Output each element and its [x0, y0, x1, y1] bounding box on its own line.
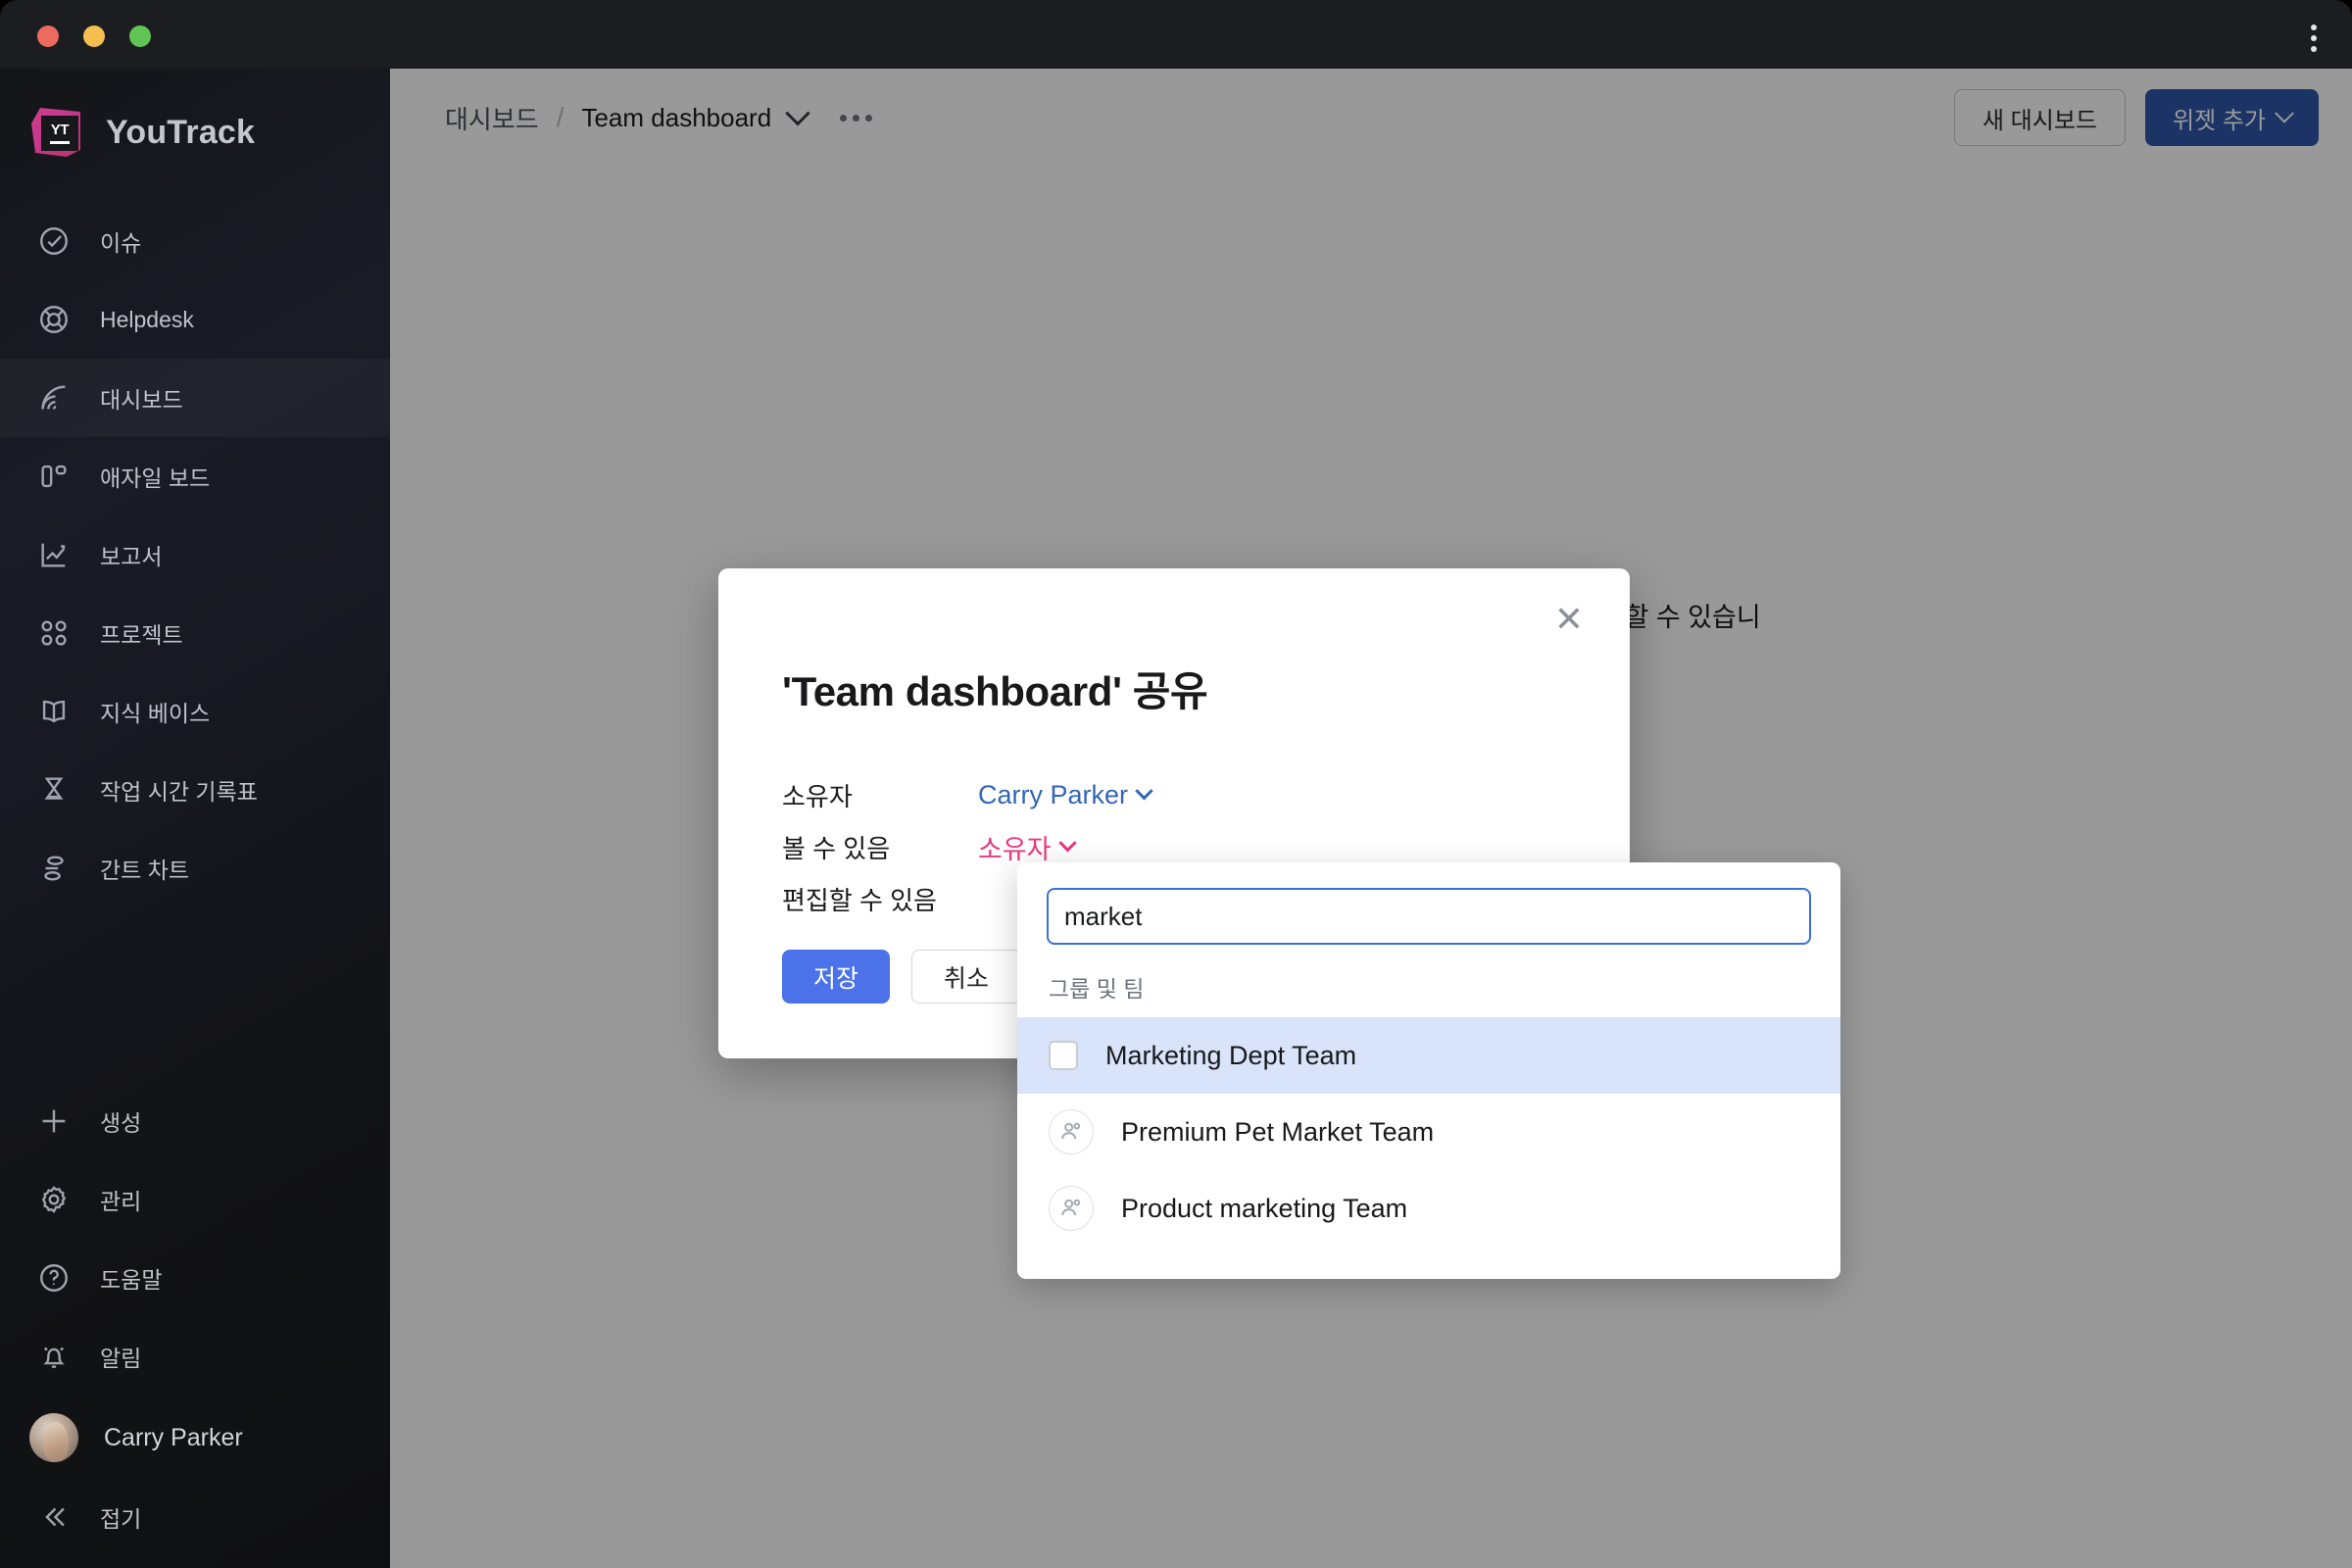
app-window: YT YouTrack 이슈 Helpdesk 대시보드 애자일 보드 보고서 … — [0, 0, 2352, 1568]
dialog-title: 'Team dashboard' 공유 — [782, 668, 1208, 714]
checkbox-unchecked-icon[interactable] — [1049, 1041, 1078, 1070]
owner-label: 소유자 — [782, 782, 853, 811]
list-item[interactable]: Marketing Dept Team — [1017, 1017, 1840, 1094]
minimize-window-button[interactable] — [83, 25, 105, 47]
logo-text: YT — [50, 122, 70, 138]
group-avatar-icon — [1049, 1109, 1094, 1154]
cancel-button[interactable]: 취소 — [911, 950, 1022, 1004]
sidebar-item-create[interactable]: 생성 — [0, 1082, 390, 1160]
sidebar-item-label: 애자일 보드 — [100, 466, 211, 491]
sidebar-collapse-button[interactable]: 접기 — [0, 1480, 390, 1554]
sidebar-item-label: 대시보드 — [100, 387, 183, 413]
sidebar-item-notifications[interactable]: 알림 — [0, 1317, 390, 1396]
projects-grid-icon — [33, 612, 74, 654]
sidebar-item-label: 알림 — [100, 1346, 142, 1371]
form-row-owner: 소유자 Carry Parker — [782, 769, 1566, 821]
list-item[interactable]: Premium Pet Market Team — [1017, 1094, 1840, 1170]
sidebar-item-reports[interactable]: 보고서 — [0, 515, 390, 594]
can-view-value: 소유자 — [978, 835, 1052, 864]
sidebar-item-timesheet[interactable]: 작업 시간 기록표 — [0, 751, 390, 829]
book-icon — [33, 691, 74, 732]
sidebar-item-label: 이슈 — [100, 230, 142, 256]
sidebar-item-label: 보고서 — [100, 544, 163, 569]
sidebar-item-knowledge-base[interactable]: 지식 베이스 — [0, 672, 390, 751]
gear-icon — [33, 1179, 74, 1220]
group-avatar-icon — [1049, 1186, 1094, 1231]
sidebar-item-administration[interactable]: 관리 — [0, 1160, 390, 1239]
sidebar-item-label: Helpdesk — [100, 306, 194, 332]
double-chevron-left-icon — [33, 1496, 74, 1538]
can-view-value-dropdown[interactable]: 소유자 — [978, 828, 1077, 866]
sidebar-bottom-nav: 생성 관리 도움말 알림 Carry Parker 접기 — [0, 1082, 390, 1568]
search-input[interactable] — [1047, 888, 1811, 945]
owner-value-dropdown[interactable]: Carry Parker — [978, 780, 1153, 810]
agile-board-icon — [33, 456, 74, 497]
sidebar-item-label: 프로젝트 — [100, 622, 183, 648]
brand-name: YouTrack — [106, 113, 256, 151]
plus-icon — [33, 1101, 74, 1142]
hourglass-icon — [33, 769, 74, 810]
sidebar-item-label: 간트 차트 — [100, 858, 190, 883]
bell-icon — [33, 1336, 74, 1377]
list-item[interactable]: Product marketing Team — [1017, 1170, 1840, 1247]
gantt-chart-icon — [33, 848, 74, 889]
sidebar-item-dashboards[interactable]: 대시보드 — [0, 359, 390, 437]
close-window-button[interactable] — [37, 25, 59, 47]
sidebar-item-issues[interactable]: 이슈 — [0, 202, 390, 280]
sidebar-item-agile-boards[interactable]: 애자일 보드 — [0, 437, 390, 515]
owner-value: Carry Parker — [978, 780, 1129, 809]
sidebar-item-label: 관리 — [100, 1189, 142, 1214]
question-circle-icon — [33, 1257, 74, 1298]
dashboard-icon — [33, 377, 74, 418]
chevron-down-icon — [1135, 782, 1153, 801]
sidebar-item-label: 생성 — [100, 1110, 142, 1136]
sidebar-item-helpdesk[interactable]: Helpdesk — [0, 280, 390, 359]
list-item-label: Marketing Dept Team — [1105, 1040, 1357, 1070]
youtrack-logo-icon: YT — [27, 104, 84, 161]
sidebar-item-projects[interactable]: 프로젝트 — [0, 594, 390, 672]
traffic-lights — [37, 25, 151, 47]
list-item-label: Product marketing Team — [1121, 1193, 1408, 1223]
dialog-actions: 저장 취소 — [782, 950, 1022, 1004]
close-icon[interactable]: ✕ — [1545, 596, 1592, 643]
maximize-window-button[interactable] — [129, 25, 151, 47]
sidebar-item-label: 도움말 — [100, 1267, 163, 1293]
share-target-dropdown: 그룹 및 팀 Marketing Dept Team Premium Pet M… — [1017, 862, 1840, 1279]
check-circle-icon — [33, 220, 74, 262]
save-button[interactable]: 저장 — [782, 950, 891, 1004]
chevron-down-icon — [1057, 834, 1077, 853]
sidebar-item-help[interactable]: 도움말 — [0, 1239, 390, 1317]
lifebuoy-icon — [33, 299, 74, 340]
sidebar-nav: 이슈 Helpdesk 대시보드 애자일 보드 보고서 프로젝트 지식 베이스 … — [0, 202, 390, 907]
sidebar-user-profile[interactable]: Carry Parker — [0, 1396, 390, 1480]
can-view-label: 볼 수 있음 — [782, 834, 891, 863]
sidebar-user-name: Carry Parker — [104, 1423, 243, 1451]
dropdown-group-header: 그룹 및 팀 — [1049, 976, 1145, 1002]
can-edit-label: 편집할 수 있음 — [782, 886, 937, 915]
sidebar-collapse-label: 접기 — [100, 1506, 142, 1532]
sidebar: YT YouTrack 이슈 Helpdesk 대시보드 애자일 보드 보고서 … — [0, 69, 390, 1568]
brand-logo-area[interactable]: YT YouTrack — [0, 69, 390, 161]
dropdown-search-wrap — [1017, 862, 1840, 945]
sidebar-item-label: 지식 베이스 — [100, 701, 211, 726]
sidebar-item-gantt-charts[interactable]: 간트 차트 — [0, 829, 390, 907]
report-chart-icon — [33, 534, 74, 575]
sidebar-item-label: 작업 시간 기록표 — [100, 779, 258, 805]
window-title-bar — [0, 0, 2352, 69]
kebab-menu-icon[interactable] — [2297, 22, 2330, 55]
list-item-label: Premium Pet Market Team — [1121, 1116, 1435, 1147]
avatar — [29, 1413, 78, 1462]
